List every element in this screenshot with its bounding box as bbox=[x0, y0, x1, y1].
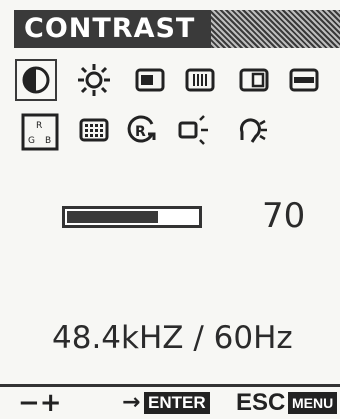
svg-text:R: R bbox=[135, 124, 146, 140]
adjust-hint: −+ bbox=[18, 388, 62, 418]
footer-divider bbox=[0, 384, 340, 387]
brightness-icon[interactable] bbox=[76, 62, 112, 98]
recall-icon[interactable]: R bbox=[124, 112, 160, 148]
frequency-readout: 48.4kHZ / 60Hz bbox=[52, 320, 293, 356]
degauss-icon[interactable] bbox=[176, 112, 212, 148]
h-position-icon[interactable] bbox=[132, 62, 168, 98]
v-position-icon[interactable] bbox=[236, 62, 272, 98]
arrow-icon: → bbox=[122, 390, 141, 415]
menu-key-label: MENU bbox=[288, 392, 338, 414]
h-size-icon[interactable] bbox=[182, 62, 218, 98]
contrast-slider[interactable] bbox=[62, 206, 202, 228]
svg-text:R: R bbox=[36, 121, 42, 131]
contrast-icon[interactable] bbox=[15, 59, 57, 101]
esc-label: ESC bbox=[236, 389, 286, 416]
moire-icon[interactable] bbox=[76, 112, 112, 148]
color-temperature-icon[interactable]: G R B bbox=[20, 112, 60, 152]
svg-text:B: B bbox=[45, 136, 51, 146]
enter-key-label: ENTER bbox=[144, 392, 210, 414]
svg-text:G: G bbox=[28, 136, 35, 146]
v-size-icon[interactable] bbox=[286, 62, 322, 98]
contrast-value: 70 bbox=[262, 196, 306, 236]
osd-menu: CONTRAST G R B R 70 48.4kHZ / 60Hz −+ → … bbox=[0, 0, 340, 419]
language-icon[interactable] bbox=[234, 112, 270, 148]
slider-fill bbox=[67, 211, 158, 223]
footer-bar: −+ → ENTER ESC MENU bbox=[0, 388, 340, 419]
header-bar: CONTRAST bbox=[14, 10, 340, 48]
page-title: CONTRAST bbox=[14, 10, 212, 48]
